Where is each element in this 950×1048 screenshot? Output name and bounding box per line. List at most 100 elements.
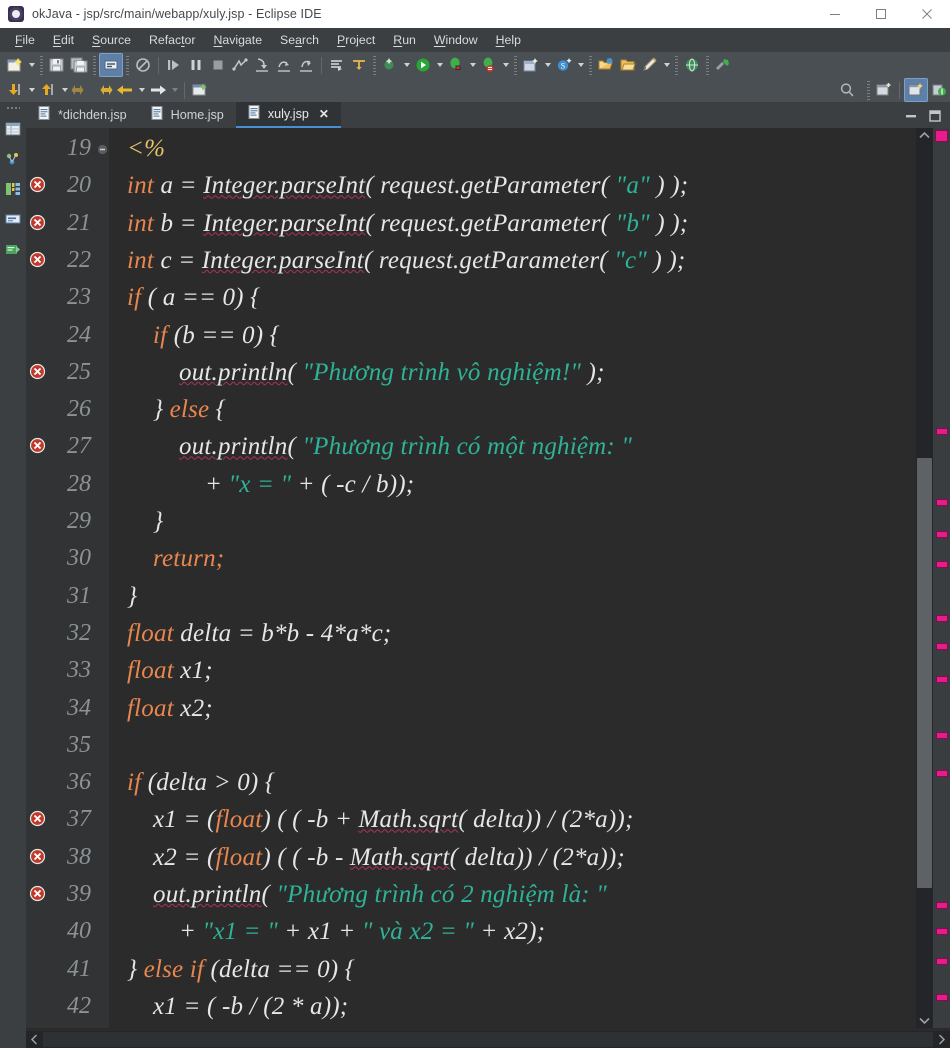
new-jsp-icon[interactable]: [189, 79, 211, 101]
back-dropdown-arrow[interactable]: [136, 79, 147, 101]
code-editor[interactable]: 1920212223242526272829303132333435363738…: [26, 128, 950, 1048]
error-marker-icon[interactable]: [29, 176, 46, 193]
close-button[interactable]: [904, 0, 950, 28]
overview-ruler-marker[interactable]: [936, 928, 948, 935]
editor-vertical-scrollbar[interactable]: [916, 128, 933, 1028]
code-line[interactable]: out.println( "Phương trình có 2 nghiệm l…: [153, 876, 607, 913]
marker-column[interactable]: [26, 128, 49, 1028]
editor-tab-xulyjsp[interactable]: xuly.jsp✕: [236, 102, 341, 128]
edit-icon[interactable]: [639, 54, 661, 76]
code-line[interactable]: x1 = (float) ( ( -b + Math.sqrt( delta))…: [153, 801, 633, 838]
project-explorer-icon[interactable]: [3, 119, 23, 139]
error-marker-icon[interactable]: [29, 437, 46, 454]
code-line[interactable]: int b = Integer.parseInt( request.getPar…: [127, 205, 688, 242]
code-line[interactable]: + "x = " + ( -c / b));: [205, 466, 414, 503]
save-all-icon[interactable]: [68, 54, 90, 76]
new-perspective-icon[interactable]: [873, 79, 895, 101]
step-return-icon[interactable]: [295, 54, 317, 76]
error-marker-icon[interactable]: [29, 214, 46, 231]
menu-item-edit[interactable]: Edit: [44, 30, 83, 50]
code-line[interactable]: + "x1 = " + x1 + " và x2 = " + x2);: [179, 913, 545, 950]
resume-icon[interactable]: [163, 54, 185, 76]
open-task-icon[interactable]: [348, 54, 370, 76]
code-line[interactable]: int c = Integer.parseInt( request.getPar…: [127, 242, 685, 279]
menu-item-navigate[interactable]: Navigate: [204, 30, 271, 50]
error-marker-icon[interactable]: [29, 848, 46, 865]
editor-tab-dichdenjsp[interactable]: *dichden.jsp: [26, 102, 139, 128]
new-wizard-dropdown-arrow[interactable]: [26, 54, 37, 76]
code-line[interactable]: if (b == 0) {: [153, 317, 280, 354]
back-icon[interactable]: [114, 79, 136, 101]
code-line[interactable]: } else if (delta == 0) {: [127, 951, 355, 988]
save-icon[interactable]: [46, 54, 68, 76]
next-annotation-icon[interactable]: [4, 79, 26, 101]
menu-item-run[interactable]: Run: [384, 30, 425, 50]
run-dropdown-arrow[interactable]: [434, 54, 445, 76]
overview-ruler-marker[interactable]: [935, 130, 948, 142]
new-wizard-icon[interactable]: [4, 54, 26, 76]
search-icon[interactable]: [836, 79, 858, 101]
search-scope-icon[interactable]: S: [553, 54, 575, 76]
overview-ruler-marker[interactable]: [936, 676, 948, 683]
code-line[interactable]: int a = Integer.parseInt( request.getPar…: [127, 167, 688, 204]
suspend-icon[interactable]: [185, 54, 207, 76]
previous-annotation-dropdown-arrow[interactable]: [59, 79, 70, 101]
code-line[interactable]: }: [153, 503, 163, 540]
run-icon[interactable]: [412, 54, 434, 76]
vertical-scroll-thumb[interactable]: [917, 458, 932, 888]
console-icon[interactable]: [3, 239, 23, 259]
new-package-dropdown-arrow[interactable]: [542, 54, 553, 76]
menu-item-project[interactable]: Project: [328, 30, 384, 50]
open-web-browser-icon[interactable]: [681, 54, 703, 76]
error-marker-icon[interactable]: [29, 885, 46, 902]
maximize-button[interactable]: [858, 0, 904, 28]
overview-ruler-marker[interactable]: [936, 994, 948, 1001]
new-package-icon[interactable]: [520, 54, 542, 76]
code-line[interactable]: float delta = b*b - 4*a*c;: [127, 615, 391, 652]
code-line[interactable]: float x2;: [127, 690, 213, 727]
open-resource-icon[interactable]: [617, 54, 639, 76]
editor-minimize-icon[interactable]: [904, 109, 918, 128]
previous-annotation-icon[interactable]: [37, 79, 59, 101]
menu-item-search[interactable]: Search: [271, 30, 328, 50]
menu-item-window[interactable]: Window: [425, 30, 487, 50]
overview-ruler-marker[interactable]: [936, 428, 948, 435]
overview-ruler[interactable]: [933, 128, 950, 1028]
code-line[interactable]: x1 = ( -b / (2 * a));: [153, 988, 348, 1025]
overview-ruler-marker[interactable]: [936, 531, 948, 538]
open-type-icon[interactable]: [595, 54, 617, 76]
overview-ruler-marker[interactable]: [936, 958, 948, 965]
chevron-right-icon[interactable]: [933, 1031, 950, 1048]
forward-history-icon[interactable]: [92, 79, 114, 101]
code-line[interactable]: return;: [153, 540, 224, 577]
terminate-icon[interactable]: [207, 54, 229, 76]
chevron-down-icon[interactable]: [916, 1013, 933, 1028]
open-console-icon[interactable]: [326, 54, 348, 76]
coverage-dropdown-arrow[interactable]: [500, 54, 511, 76]
error-marker-icon[interactable]: [29, 363, 46, 380]
code-text-area[interactable]: <%int a = Integer.parseInt( request.getP…: [109, 128, 916, 1028]
overview-ruler-marker[interactable]: [936, 643, 948, 650]
external-tools-icon[interactable]: [712, 54, 734, 76]
search-scope-dropdown-arrow[interactable]: [575, 54, 586, 76]
code-line[interactable]: x2 = (float) ( ( -b - Math.sqrt( delta))…: [153, 839, 625, 876]
editor-tab-homejsp[interactable]: Home.jsp: [139, 102, 236, 128]
overview-ruler-marker[interactable]: [936, 770, 948, 777]
folding-column[interactable]: [95, 128, 109, 1028]
code-line[interactable]: } else {: [153, 391, 226, 428]
skip-breakpoints-icon[interactable]: [132, 54, 154, 76]
menu-item-source[interactable]: Source: [83, 30, 140, 50]
minimize-button[interactable]: [812, 0, 858, 28]
menu-item-refactor[interactable]: Refactor: [140, 30, 204, 50]
outline-icon[interactable]: [3, 179, 23, 199]
chevron-up-icon[interactable]: [916, 128, 933, 143]
horizontal-scroll-thumb[interactable]: [43, 1032, 933, 1047]
forward-icon[interactable]: [147, 79, 169, 101]
next-annotation-dropdown-arrow[interactable]: [26, 79, 37, 101]
code-line[interactable]: float x1;: [127, 652, 213, 689]
overview-ruler-marker[interactable]: [936, 615, 948, 622]
error-marker-icon[interactable]: [29, 251, 46, 268]
code-line[interactable]: if ( a == 0) {: [127, 279, 260, 316]
step-into-icon[interactable]: [251, 54, 273, 76]
code-line[interactable]: out.println( "Phương trình vô nghiệm!" )…: [179, 354, 605, 391]
